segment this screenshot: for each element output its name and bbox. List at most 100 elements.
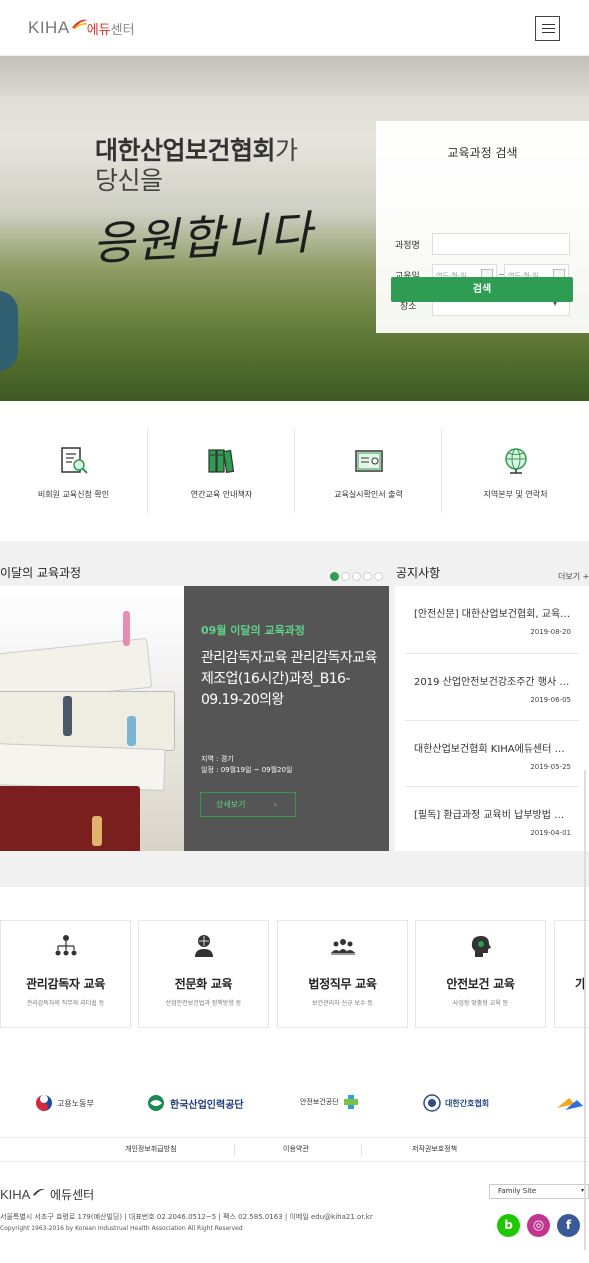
- hero-person-image: [0, 291, 18, 371]
- notice-item[interactable]: [안전신문] 대한산업보건협회, 교육센터 개소 2019-08-20: [405, 586, 579, 652]
- kna-emblem-icon: [423, 1094, 441, 1112]
- copyright-policy-link[interactable]: 저작권보호정책: [412, 1144, 457, 1154]
- hero-title: 대한산업보건협회가 당신을: [95, 136, 298, 196]
- course-title[interactable]: 관리감독자교육 관리감독자교육 제조업(16시간)과정_B16-09.19-20…: [201, 648, 381, 711]
- footer-address: 서울특별시 서초구 효령로 179(예산빌딩) | 대표번호 02.2046.0…: [0, 1213, 373, 1221]
- logo-swoosh-icon: [32, 1188, 46, 1196]
- site-header: KIHA 에듀 센터: [0, 0, 589, 56]
- taegeuk-icon: [36, 1095, 52, 1111]
- notice-item[interactable]: 2019 산업안전보건강조주간 행사 안내 2019-06-05: [405, 653, 579, 719]
- logo-center: 센터: [110, 22, 135, 38]
- notice-date: 2019-08-20: [530, 628, 571, 636]
- notice-title: 대한산업보건협회 KIHA에듀센터 오픈: [414, 744, 572, 755]
- slider-dot[interactable]: [341, 572, 350, 581]
- search-panel-title: 교육과정 검색: [447, 146, 518, 160]
- partner-name: 한국산업인력공단: [170, 1099, 244, 1111]
- terms-link[interactable]: 이용약관: [283, 1144, 309, 1154]
- partner-name: 고용노동부: [57, 1098, 94, 1108]
- notice-item[interactable]: 대한산업보건협회 KIHA에듀센터 오픈 2019-05-25: [405, 720, 579, 786]
- figure-image: [123, 611, 130, 646]
- category-specialized[interactable]: 전문화 교육 산업안전보건법과 정책방향 등: [138, 920, 269, 1028]
- slider-dot[interactable]: [363, 572, 372, 581]
- notice-date: 2019-04-01: [530, 829, 571, 837]
- quick-link-nonmember-check[interactable]: 비회원 교육신청 확인: [0, 429, 147, 513]
- menu-line-icon: [542, 24, 555, 25]
- hrdkorea-logo-icon: [148, 1095, 164, 1111]
- footer-links: 개인정보취급방침 이용약관 저작권보호정책: [0, 1137, 589, 1161]
- notice-title: [안전신문] 대한산업보건협회, 교육센터 개소: [414, 609, 572, 620]
- quick-link-regional-contacts[interactable]: 지역본부 및 연락처: [441, 429, 589, 513]
- category-supervisor[interactable]: 관리감독자 교육 관리감독자의 직무와 리더쉽 등: [0, 920, 131, 1028]
- site-logo[interactable]: KIHA 에듀 센터: [28, 14, 135, 42]
- category-subtitle: 관리감독자의 직무와 리더쉽 등: [26, 1000, 105, 1007]
- hamburger-menu-button[interactable]: [535, 16, 560, 41]
- chevron-right-icon: ›: [273, 800, 277, 809]
- slider-dot[interactable]: [374, 572, 383, 581]
- blog-icon[interactable]: b: [497, 1214, 520, 1237]
- notice-date: 2019-06-05: [530, 696, 571, 704]
- course-detail-button[interactable]: 상세보기 ›: [200, 792, 296, 817]
- notice-more-link[interactable]: 더보기 +: [558, 571, 589, 582]
- partner-name: 안전보건공단: [300, 1098, 339, 1106]
- partner-hrdkorea[interactable]: 한국산업인력공단: [146, 1094, 244, 1112]
- logo-edu: 에듀: [86, 22, 111, 38]
- notice-title: 2019 산업안전보건강조주간 행사 안내: [414, 677, 572, 688]
- figure-image: [63, 696, 72, 736]
- instagram-icon[interactable]: ◎: [527, 1214, 550, 1237]
- monthly-course-title: 이달의 교육과정: [0, 566, 82, 580]
- partner-logos: 고용노동부 한국산업인력공단 안전보건공단 대한간호협회: [0, 1067, 589, 1137]
- category-subtitle: 보건관리자 신규 보수 등: [312, 1000, 373, 1007]
- org-chart-icon: [55, 935, 77, 956]
- course-meta: 지역 : 경기 일정 : 09월19일 ~ 09월20일: [201, 754, 292, 776]
- courses-and-notices-section: 이달의 교육과정 09월 이달의 교육과정 관리감독자교육 관리감독자교육 제조…: [0, 541, 589, 887]
- page-scrollbar[interactable]: [584, 770, 586, 1250]
- partner-moel[interactable]: 고용노동부: [35, 1094, 94, 1112]
- figure-image: [92, 816, 102, 846]
- book-image: [0, 786, 140, 851]
- course-name-input[interactable]: [432, 233, 570, 255]
- quick-link-certificate-print[interactable]: 교육실시확인서 출력: [294, 429, 441, 513]
- notice-item[interactable]: [필독] 환급과정 교육비 납부방법 안내 2019-04-01: [405, 786, 579, 852]
- head-icon: [471, 936, 491, 957]
- category-title: 안전보건 교육: [446, 977, 515, 991]
- hero-background: [0, 56, 589, 96]
- category-title: 관리감독자 교육: [25, 977, 106, 991]
- category-subtitle: 사업장 맞춤형 교육 등: [452, 1000, 509, 1007]
- course-name-label: 과정명: [395, 241, 420, 251]
- group-icon: [331, 939, 355, 955]
- quick-link-annual-guide[interactable]: 연간교육 안내책자: [147, 429, 294, 513]
- quick-link-label: 연간교육 안내책자: [190, 490, 253, 499]
- category-legal-duty[interactable]: 법정직무 교육 보건관리자 신규 보수 등: [277, 920, 408, 1028]
- expert-icon: [195, 935, 213, 957]
- education-categories: 관리감독자 교육 관리감독자의 직무와 리더쉽 등 전문화 교육 산업안전보건법…: [0, 887, 589, 1067]
- notice-title: [필독] 환급과정 교육비 납부방법 안내: [414, 810, 572, 821]
- family-site-select[interactable]: Family Site ▾: [489, 1184, 589, 1199]
- globe-icon: [505, 448, 527, 474]
- partner-kosha[interactable]: 안전보건공단: [300, 1094, 359, 1110]
- hero-title-suffix: 가: [275, 136, 298, 165]
- slider-dot[interactable]: [352, 572, 361, 581]
- course-image: [0, 586, 184, 851]
- course-region: 지역 : 경기: [201, 755, 234, 763]
- certificate-icon: [355, 450, 383, 472]
- search-button[interactable]: 검색: [391, 277, 573, 302]
- facebook-icon[interactable]: f: [557, 1214, 580, 1237]
- footer-logo: KIHA 에듀센터: [0, 1186, 94, 1203]
- partner-kna[interactable]: 대한간호협회: [423, 1094, 489, 1112]
- family-site-label: Family Site: [498, 1187, 537, 1195]
- notice-date: 2019-05-25: [530, 763, 571, 771]
- course-schedule: 일정 : 09월19일 ~ 09월20일: [201, 766, 293, 774]
- detail-button-label: 상세보기: [216, 800, 246, 809]
- partner-name: 대한간호협회: [445, 1098, 490, 1108]
- hero-banner: 대한산업보건협회가 당신을 응원합니다 교육과정 검색 과정명 교육일 연도-월…: [0, 56, 589, 401]
- document-search-icon: [61, 447, 88, 474]
- hero-title-bold: 대한산업보건협회: [95, 136, 276, 165]
- category-safety-health[interactable]: 안전보건 교육 사업장 맞춤형 교육 등: [415, 920, 546, 1028]
- privacy-policy-link[interactable]: 개인정보취급방침: [125, 1144, 177, 1154]
- slider-dot[interactable]: [330, 572, 339, 581]
- slider-pagination: [330, 572, 383, 581]
- quick-links: 비회원 교육신청 확인 연간교육 안내책자 교육실시확인서 출력 지역본부 및 …: [0, 401, 589, 541]
- quick-link-label: 비회원 교육신청 확인: [37, 490, 110, 499]
- footer-logo-kiha: KIHA: [0, 1187, 31, 1202]
- notice-section-title: 공지사항: [396, 566, 441, 580]
